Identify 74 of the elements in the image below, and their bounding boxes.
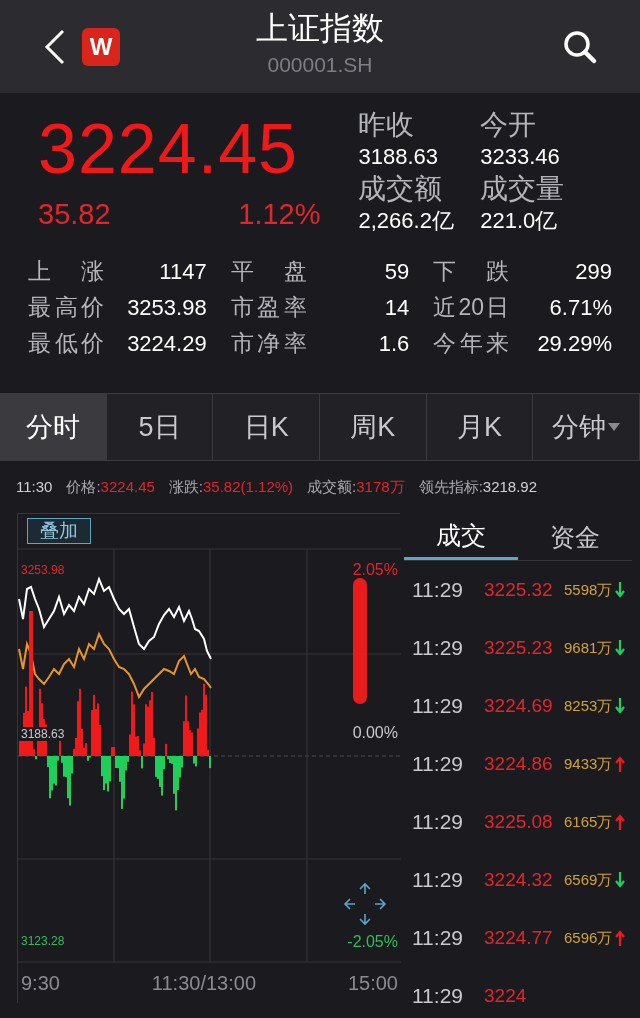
stock-code: 000001.SH (267, 52, 373, 78)
trade-time: 11:29 (412, 751, 464, 778)
trade-time: 11:29 (412, 577, 464, 604)
trade-time: 11:29 (412, 635, 464, 662)
summary-value: 3188.63 (358, 143, 439, 171)
trade-time: 11:29 (412, 983, 464, 1010)
axis-label: 3253.98 (21, 562, 65, 579)
trade-volume: 6165万 (564, 811, 613, 832)
trade-tab[interactable]: 资金 (518, 515, 632, 560)
stat-value: 1147 (159, 257, 207, 286)
summary-label: 昨收 (358, 109, 416, 141)
stat-value: 6.71% (549, 293, 612, 322)
stat-label: 上 涨 (28, 256, 104, 286)
stat-label: 最高价 (28, 292, 104, 322)
stat-label: 下 跌 (433, 256, 510, 286)
stat-value: 3253.98 (127, 293, 207, 322)
stat-label: 今年来 (433, 328, 510, 358)
trade-volume: 6569万 (564, 869, 613, 890)
axis-label: 3188.63 (19, 727, 67, 741)
trade-tab[interactable]: 成交 (404, 515, 518, 560)
trade-time: 11:29 (412, 925, 464, 952)
summary-value: 2,266.2亿 (358, 207, 455, 235)
trade-price: 3225.23 (484, 635, 554, 660)
expand-icon[interactable] (343, 882, 387, 926)
stat-label: 平 盘 (230, 256, 307, 286)
trade-volume: 9433万 (564, 753, 613, 774)
trade-price: 3225.08 (484, 809, 554, 834)
axis-label: 2.05% (352, 560, 398, 580)
stat-label: 市盈率 (230, 292, 307, 322)
lead-indicator-reading: 领先指标:3218.92 (418, 476, 538, 497)
trade-price: 3224.32 (484, 867, 554, 892)
stat-label: 近20日 (433, 292, 510, 322)
current-price: 3224.45 (38, 109, 300, 189)
stat-label: 市净率 (230, 328, 307, 358)
price-change: 35.82 (38, 197, 111, 232)
change-reading: 涨跌:35.82(1.12%) (168, 476, 294, 497)
stat-value: 14 (384, 293, 410, 322)
axis-label: 9:30 (21, 971, 60, 996)
trade-price: 3225.32 (484, 577, 554, 602)
stat-value: 59 (384, 257, 410, 286)
axis-label: 15:00 (347, 971, 398, 996)
trade-price: 3224.69 (484, 693, 554, 718)
axis-label: 11:30/13:00 (151, 971, 256, 996)
trade-time: 11:29 (412, 693, 464, 720)
price-reading: 价格:3224.45 (66, 476, 155, 497)
axis-label: 3123.28 (21, 933, 65, 950)
trade-time: 11:29 (412, 867, 464, 894)
stat-label: 最低价 (28, 328, 104, 358)
summary-value: 221.0亿 (480, 207, 559, 235)
trade-time: 11:29 (412, 809, 464, 836)
chart-time: 11:30 (16, 476, 53, 497)
page-title: 上证指数 (256, 9, 384, 48)
stat-value: 299 (575, 257, 612, 286)
trade-volume: 8253万 (564, 695, 613, 716)
stat-value: 3224.29 (127, 329, 207, 358)
amount-reading: 成交额:3178万 (307, 476, 405, 497)
stat-value: 1.6 (378, 329, 410, 358)
summary-label: 成交量 (480, 173, 566, 205)
stat-value: 29.29% (537, 329, 612, 358)
trade-price: 3224.86 (484, 751, 554, 776)
overlay-button[interactable]: 叠加 (27, 518, 91, 544)
summary-label: 成交额 (358, 173, 444, 205)
app-logo: W (82, 27, 120, 66)
chart-tab[interactable]: 分时 (0, 394, 107, 460)
change-percent: 1.12% (238, 197, 321, 232)
axis-label: -2.05% (347, 932, 398, 952)
trade-volume: 9681万 (564, 637, 613, 658)
trade-price: 3224 (484, 983, 528, 1008)
trade-price: 3224.77 (484, 925, 554, 950)
summary-label: 今开 (480, 109, 538, 141)
summary-value: 3233.46 (480, 143, 561, 171)
trade-volume: 5598万 (564, 579, 613, 600)
axis-label: 0.00% (352, 723, 398, 743)
trade-volume: 6596万 (564, 927, 613, 948)
